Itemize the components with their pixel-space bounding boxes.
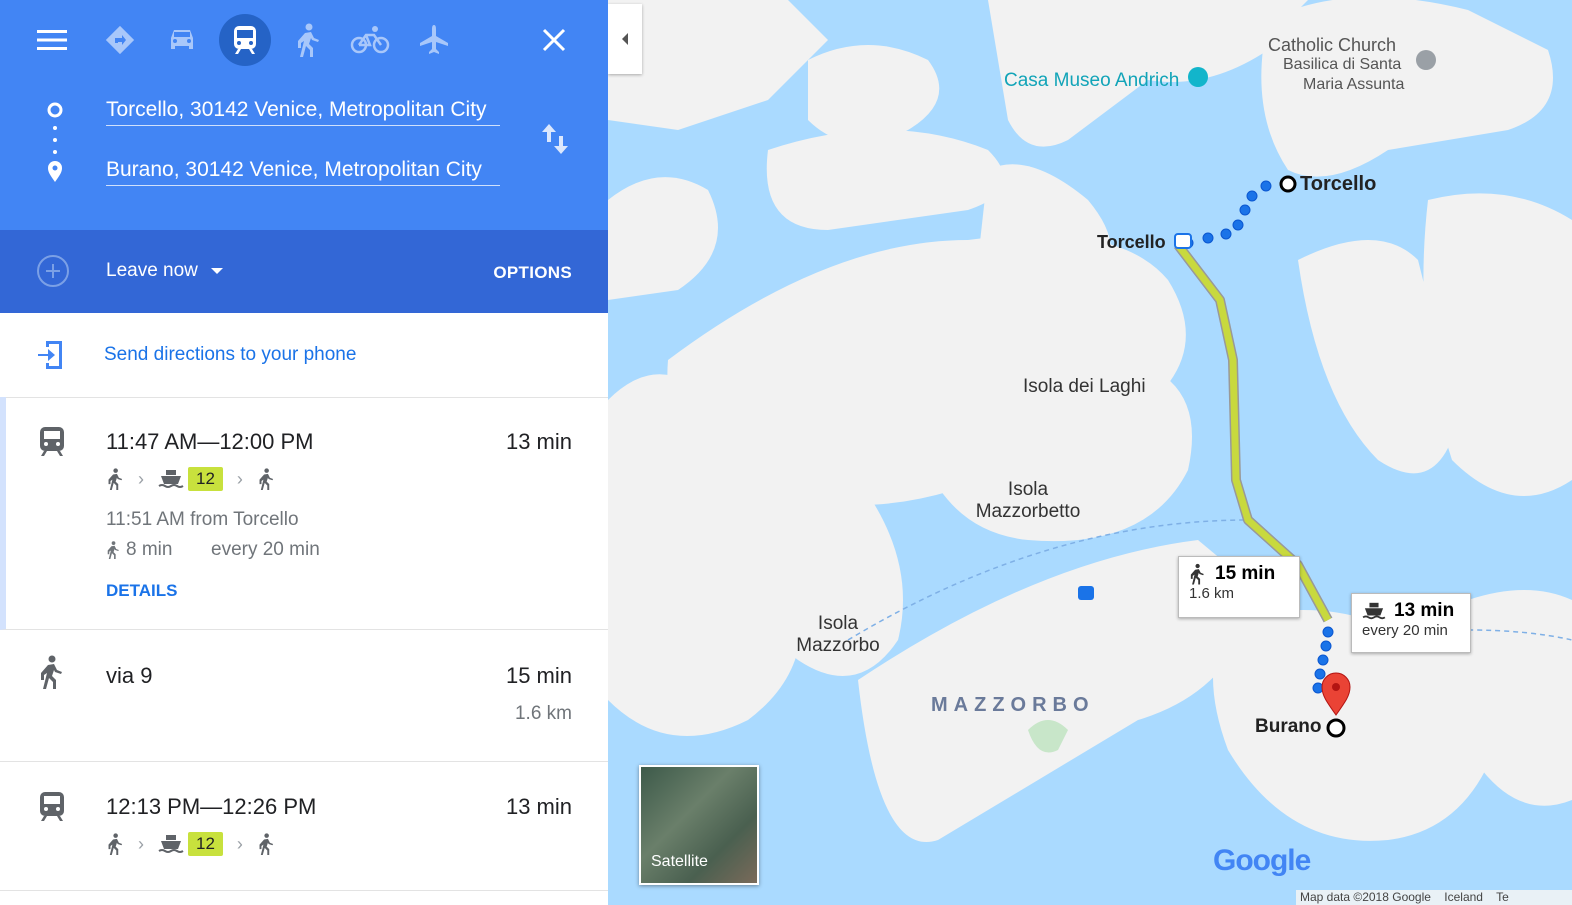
ferry-icon [1362, 602, 1386, 620]
route-distance: 1.6 km [514, 703, 572, 724]
ferry-callout-time: 13 min [1394, 600, 1455, 621]
destination-input[interactable] [106, 155, 500, 186]
map-footer: Map data ©2018 Google Iceland Te [1296, 890, 1572, 905]
chevron-right-icon: › [138, 833, 144, 854]
map-label-mazzorbo-1: Isola [817, 613, 859, 634]
map-label-mazzorbetto-2: Mazzorbetto [975, 501, 1081, 522]
route-option-1[interactable]: 11:47 AM—12:00 PM 13 min › 12 › 11:51 AM… [0, 397, 608, 630]
line-badge: 12 [188, 467, 223, 491]
ferry-callout[interactable]: 13 min every 20 min [1351, 593, 1471, 653]
walk-time-label: 8 min [126, 539, 173, 560]
satellite-label: Satellite [651, 853, 708, 870]
train-icon [38, 425, 66, 457]
walk-callout[interactable]: 15 min 1.6 km [1178, 556, 1300, 618]
walking-icon[interactable] [286, 18, 330, 62]
route-dots-icon [44, 102, 66, 186]
directions-panel: Leave now OPTIONS Send directions to you… [0, 0, 608, 905]
walk-time: 8 min [106, 539, 172, 561]
options-button[interactable]: OPTIONS [493, 263, 572, 283]
send-directions-link[interactable]: Send directions to your phone [104, 344, 356, 366]
route-steps: › 12 › [106, 832, 275, 856]
route-time: 12:13 PM—12:26 PM [106, 794, 317, 819]
departure-time-dropdown[interactable]: Leave now [106, 260, 224, 282]
ferry-icon [158, 835, 184, 853]
map-label-mazzorbetto-1: Isola [1007, 479, 1049, 500]
frequency-label: every 20 min [211, 539, 320, 560]
satellite-toggle[interactable]: Satellite [639, 765, 759, 885]
line-badge: 12 [188, 832, 223, 856]
walk-icon [1190, 563, 1204, 585]
map-label-mazzorbo-2: Mazzorbo [796, 635, 880, 656]
cycling-icon[interactable] [348, 18, 392, 62]
walk-callout-time: 15 min [1215, 563, 1276, 584]
chevron-down-icon [210, 268, 223, 274]
route-steps: › 12 › [106, 467, 275, 491]
map-label-church[interactable]: Catholic Church [1268, 34, 1396, 56]
walk-callout-distance: 1.6 km [1189, 585, 1235, 602]
map-label-laghi: Isola dei Laghi [1023, 376, 1146, 397]
ferry-icon [158, 470, 184, 488]
origin-input[interactable] [106, 95, 500, 126]
route-time: 11:47 AM—12:00 PM [106, 429, 314, 454]
google-logo: Google [1213, 844, 1311, 877]
walk-icon [259, 833, 274, 855]
swap-icon[interactable] [540, 122, 570, 156]
map-label-torcello-dest[interactable]: Torcello [1300, 173, 1376, 195]
departure-info: 11:51 AM from Torcello [106, 509, 299, 530]
route-duration: 13 min [505, 794, 572, 819]
send-directions-row[interactable]: Send directions to your phone [0, 313, 608, 398]
flights-icon[interactable] [412, 18, 456, 62]
close-icon[interactable] [532, 18, 576, 62]
map-canvas[interactable]: Catholic Church Basilica di Santa Maria … [608, 0, 1572, 905]
ferry-callout-frequency: every 20 min [1362, 622, 1448, 639]
add-stop-icon[interactable] [36, 254, 70, 288]
details-link[interactable]: DETAILS [106, 581, 177, 601]
map-label-museo[interactable]: Casa Museo Andrich [1004, 70, 1179, 92]
walk-icon [259, 468, 274, 490]
transit-icon[interactable] [219, 14, 271, 66]
send-to-phone-icon [36, 339, 66, 371]
route-duration: 13 min [505, 429, 572, 454]
map-label-torcello-stop[interactable]: Torcello [1097, 231, 1166, 253]
chevron-left-icon [622, 33, 628, 45]
driving-icon[interactable] [160, 18, 204, 62]
map-label-basilica-2[interactable]: Maria Assunta [1303, 74, 1404, 96]
map-label-mazzorbo-district: MAZZORBO [931, 694, 1095, 716]
chevron-right-icon: › [138, 468, 144, 489]
menu-icon[interactable] [30, 18, 74, 62]
directions-header [0, 0, 608, 230]
route-duration: 15 min [505, 663, 572, 688]
route-option-3[interactable]: 12:13 PM—12:26 PM 13 min › 12 › [0, 762, 608, 891]
collapse-panel-button[interactable] [608, 4, 642, 74]
map-label-burano[interactable]: Burano [1255, 716, 1322, 738]
walk-icon [108, 468, 123, 490]
best-route-icon[interactable] [98, 18, 142, 62]
walk-icon [108, 833, 123, 855]
walk-icon [107, 541, 119, 559]
walking-route-icon [38, 655, 66, 691]
map-label-basilica-1[interactable]: Basilica di Santa [1283, 54, 1401, 76]
train-icon [38, 790, 66, 822]
chevron-right-icon: › [236, 468, 243, 489]
departure-bar: Leave now OPTIONS [0, 230, 608, 313]
departure-time-label: Leave now [106, 260, 198, 281]
chevron-right-icon: › [236, 833, 243, 854]
route-option-2[interactable]: via 9 15 min 1.6 km [0, 631, 608, 762]
route-via: via 9 [106, 663, 153, 688]
